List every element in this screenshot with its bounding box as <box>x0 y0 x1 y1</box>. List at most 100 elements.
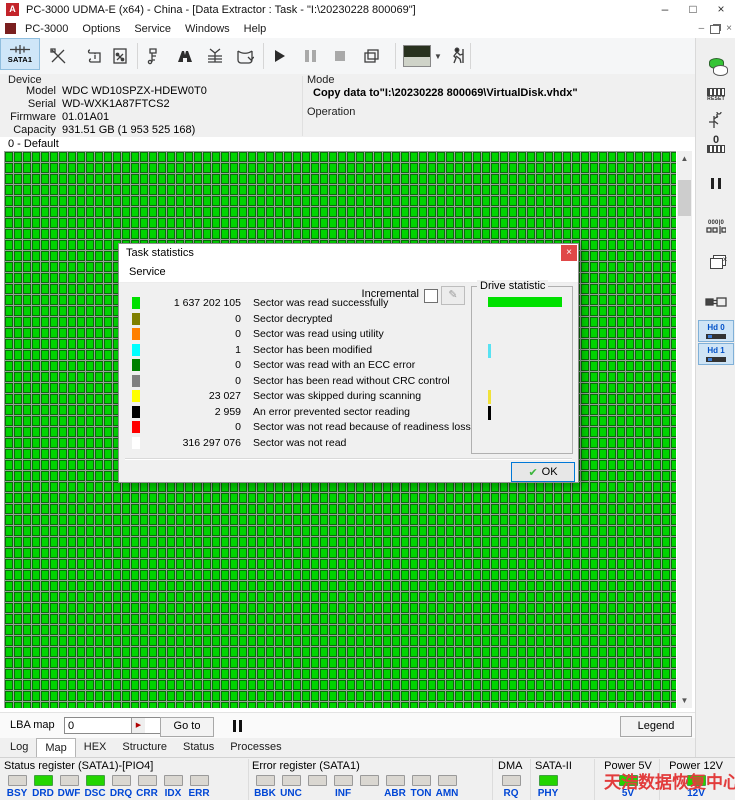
main-toolbar: SATA1 ▼ <box>0 38 695 75</box>
legend-button[interactable]: Legend <box>620 716 692 737</box>
view-mode-dropdown[interactable]: ▼ <box>432 42 444 70</box>
sata2-group: SATA-II PHY <box>535 760 572 799</box>
stat-count: 0 <box>149 328 241 340</box>
register-led <box>539 775 558 786</box>
save-task-button[interactable] <box>231 42 259 70</box>
bottom-tab[interactable]: Structure <box>114 738 175 756</box>
right-sidebar: RESET 0 000|0 × Hd 0 Hd 1 <box>695 38 735 757</box>
register-led-cell: DWF <box>56 773 82 799</box>
register-led-cell: DRQ <box>108 773 134 799</box>
maximize-button[interactable]: □ <box>679 0 707 20</box>
register-led <box>164 775 183 786</box>
menu-item[interactable]: Windows <box>178 20 237 38</box>
sidebar-pause-button[interactable] <box>696 178 735 189</box>
register-led-cell: ABR <box>382 773 408 799</box>
device-field-row: Serial WD-WXK1A87FTCS2 <box>4 98 296 111</box>
scroll-up-icon[interactable]: ▲ <box>677 151 692 166</box>
stat-label: Sector was read using utility <box>253 328 384 340</box>
register-led-cell: AMN <box>434 773 460 799</box>
check-icon: ✔ <box>528 466 537 479</box>
stat-row: 0 Sector has been read without CRC contr… <box>119 374 469 390</box>
pause-icon <box>711 178 714 189</box>
register-led <box>138 775 157 786</box>
menu-item[interactable]: Help <box>237 20 274 38</box>
stat-color-swatch <box>132 328 140 340</box>
bottom-tab[interactable]: Processes <box>222 738 289 756</box>
stat-color-swatch <box>132 313 140 325</box>
register-led <box>334 775 353 786</box>
filter-button[interactable] <box>201 42 229 70</box>
ok-button[interactable]: ✔ OK <box>511 462 575 482</box>
sata1-port-button[interactable]: SATA1 <box>0 38 40 70</box>
drive-info-button[interactable] <box>81 42 109 70</box>
bottom-tab[interactable]: Status <box>175 738 222 756</box>
bottom-tab[interactable]: Map <box>36 738 75 757</box>
plug-icon <box>705 296 727 308</box>
map-scrollbar[interactable]: ▲ ▼ <box>677 151 692 708</box>
sector-chain-button[interactable]: 000|0 <box>696 220 735 234</box>
bottom-tab[interactable]: HEX <box>76 738 115 756</box>
utility-tools-button[interactable] <box>44 42 72 70</box>
exit-task-button[interactable] <box>444 42 472 70</box>
map-pause-icon[interactable] <box>233 720 245 735</box>
reset-button[interactable]: RESET <box>696 88 735 102</box>
port-connector-button[interactable] <box>696 296 735 308</box>
mdi-minimize-button[interactable]: – <box>699 22 705 36</box>
probe-button[interactable] <box>696 110 735 128</box>
hd0-button[interactable]: Hd 0 <box>696 320 735 342</box>
processes-button[interactable] <box>358 42 386 70</box>
stat-label: Sector was read with an ECC error <box>253 359 415 371</box>
binoculars-icon <box>176 49 194 63</box>
drive-statistic-group <box>471 286 573 454</box>
error-register-group: Error register (SATA1) BBK UNC INF <box>252 760 460 799</box>
menu-item[interactable]: PC-3000 <box>18 20 75 38</box>
close-tasks-button[interactable]: × <box>696 258 735 264</box>
dialog-close-icon[interactable]: × <box>561 245 577 261</box>
dma-group: DMA RQ <box>498 760 524 799</box>
stat-count: 23 027 <box>149 390 241 402</box>
search-button[interactable] <box>171 42 199 70</box>
play-icon <box>275 50 285 62</box>
goto-button[interactable]: Go to <box>160 717 214 737</box>
drive-icon <box>706 357 726 362</box>
hd1-button[interactable]: Hd 1 <box>696 343 735 365</box>
register-led-cell <box>356 773 382 799</box>
drive-stat-bar <box>488 344 491 358</box>
register-led-cell: DRD <box>30 773 56 799</box>
funnel-lines-icon <box>206 47 224 65</box>
view-mode-button[interactable] <box>400 42 434 70</box>
stat-count: 316 297 076 <box>149 437 241 449</box>
password-button[interactable] <box>138 42 166 70</box>
drive-test-button[interactable] <box>106 42 134 70</box>
minimize-button[interactable]: – <box>651 0 679 20</box>
stat-label: Sector was read successfully <box>253 297 388 309</box>
stop-button[interactable] <box>326 42 354 70</box>
device-field-row: Capacity 931.51 GB (1 953 525 168) <box>4 124 296 137</box>
close-button[interactable]: × <box>707 0 735 20</box>
menu-item[interactable]: Service <box>127 20 178 38</box>
pc3000-window: A PC-3000 UDMA-E (x64) - China - [Data E… <box>0 0 735 800</box>
heads-map-button[interactable]: 0 <box>696 135 735 153</box>
disk-eject-icon <box>236 48 254 64</box>
pause-button[interactable] <box>296 42 324 70</box>
bottom-tab[interactable]: Log <box>2 738 36 756</box>
stat-count: 0 <box>149 313 241 325</box>
menu-app-icon <box>5 23 16 34</box>
menu-bar: PC-3000OptionsServiceWindowsHelp – × <box>0 20 735 38</box>
scroll-down-icon[interactable]: ▼ <box>677 693 692 708</box>
lba-input[interactable] <box>64 717 163 734</box>
drive-stat-bar <box>488 297 562 307</box>
mdi-close-button[interactable]: × <box>726 22 732 36</box>
lba-input-button[interactable]: ▶ <box>131 718 145 733</box>
dialog-menu-service[interactable]: Service <box>129 263 166 282</box>
menu-item[interactable]: Options <box>75 20 127 38</box>
scrollbar-thumb[interactable] <box>678 180 691 216</box>
start-button[interactable] <box>266 42 294 70</box>
register-led-cell: PHY <box>535 773 561 799</box>
disk-copy-button[interactable] <box>696 58 735 76</box>
mdi-restore-button[interactable] <box>710 25 720 34</box>
stat-color-swatch <box>132 359 140 371</box>
stat-label: Sector has been modified <box>253 344 372 356</box>
white-disk-icon <box>713 65 728 76</box>
zone-label: 0 - Default <box>8 138 59 150</box>
